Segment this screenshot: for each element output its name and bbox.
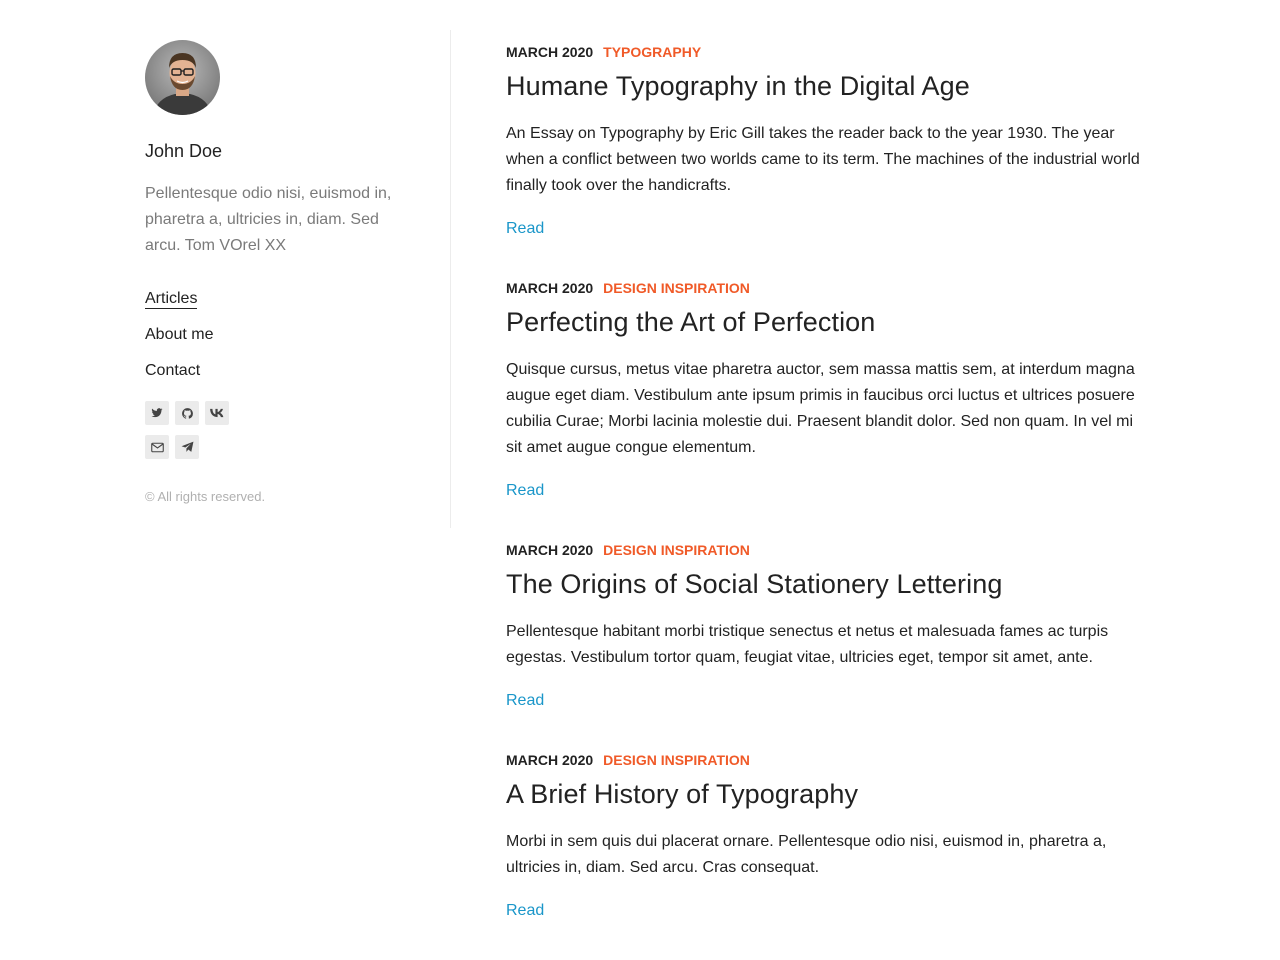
author-avatar[interactable] (145, 40, 220, 115)
read-link[interactable]: Read (506, 691, 544, 711)
article-category[interactable]: TYPOGRAPHY (603, 44, 701, 60)
article-card: MARCH 2020 DESIGN INSPIRATION Perfecting … (506, 279, 1146, 501)
article-meta: MARCH 2020 DESIGN INSPIRATION (506, 751, 1146, 769)
article-feed: MARCH 2020 TYPOGRAPHY Humane Typography i… (506, 43, 1146, 960)
github-icon[interactable] (175, 401, 199, 425)
twitter-icon[interactable] (145, 401, 169, 425)
article-meta: MARCH 2020 DESIGN INSPIRATION (506, 541, 1146, 559)
avatar-photo (145, 40, 220, 115)
telegram-icon[interactable] (175, 435, 199, 459)
article-category[interactable]: DESIGN INSPIRATION (603, 752, 750, 768)
article-date: MARCH 2020 (506, 542, 594, 558)
article-excerpt: An Essay on Typography by Eric Gill take… (506, 125, 1140, 194)
menu-item-about: About me (145, 325, 405, 361)
article-category[interactable]: DESIGN INSPIRATION (603, 542, 750, 558)
article-title[interactable]: Humane Typography in the Digital Age (506, 69, 1146, 103)
menu-link-contact[interactable]: Contact (145, 362, 200, 379)
read-link[interactable]: Read (506, 481, 544, 501)
article-title[interactable]: Perfecting the Art of Perfection (506, 305, 1146, 339)
author-bio: Pellentesque odio nisi, euismod in, phar… (145, 185, 392, 254)
menu-item-contact: Contact (145, 361, 405, 397)
article-card: MARCH 2020 DESIGN INSPIRATION The Origins… (506, 541, 1146, 711)
sidebar-divider (450, 30, 451, 528)
article-meta: MARCH 2020 DESIGN INSPIRATION (506, 279, 1146, 297)
article-date: MARCH 2020 (506, 44, 594, 60)
read-link[interactable]: Read (506, 901, 544, 921)
sidebar-menu: Articles About me Contact (145, 289, 405, 397)
vk-icon[interactable] (205, 401, 229, 425)
menu-item-articles: Articles (145, 289, 405, 325)
article-title[interactable]: The Origins of Social Stationery Letteri… (506, 567, 1146, 601)
article-excerpt: Morbi in sem quis dui placerat ornare. P… (506, 833, 1107, 876)
article-date: MARCH 2020 (506, 280, 594, 296)
email-icon[interactable] (145, 435, 169, 459)
social-links (145, 401, 255, 459)
copyright: © All rights reserved. (145, 489, 266, 504)
article-meta: MARCH 2020 TYPOGRAPHY (506, 43, 1146, 61)
author-name: John Doe (145, 141, 223, 161)
article-card: MARCH 2020 DESIGN INSPIRATION A Brief His… (506, 751, 1146, 921)
article-card: MARCH 2020 TYPOGRAPHY Humane Typography i… (506, 43, 1146, 239)
article-excerpt: Quisque cursus, metus vitae pharetra auc… (506, 361, 1135, 456)
article-date: MARCH 2020 (506, 752, 594, 768)
article-excerpt: Pellentesque habitant morbi tristique se… (506, 623, 1109, 666)
article-category[interactable]: DESIGN INSPIRATION (603, 280, 750, 296)
menu-link-articles[interactable]: Articles (145, 290, 198, 309)
menu-link-about[interactable]: About me (145, 326, 213, 343)
sidebar: John Doe Pellentesque odio nisi, euismod… (145, 40, 405, 505)
read-link[interactable]: Read (506, 219, 544, 239)
article-title[interactable]: A Brief History of Typography (506, 777, 1146, 811)
